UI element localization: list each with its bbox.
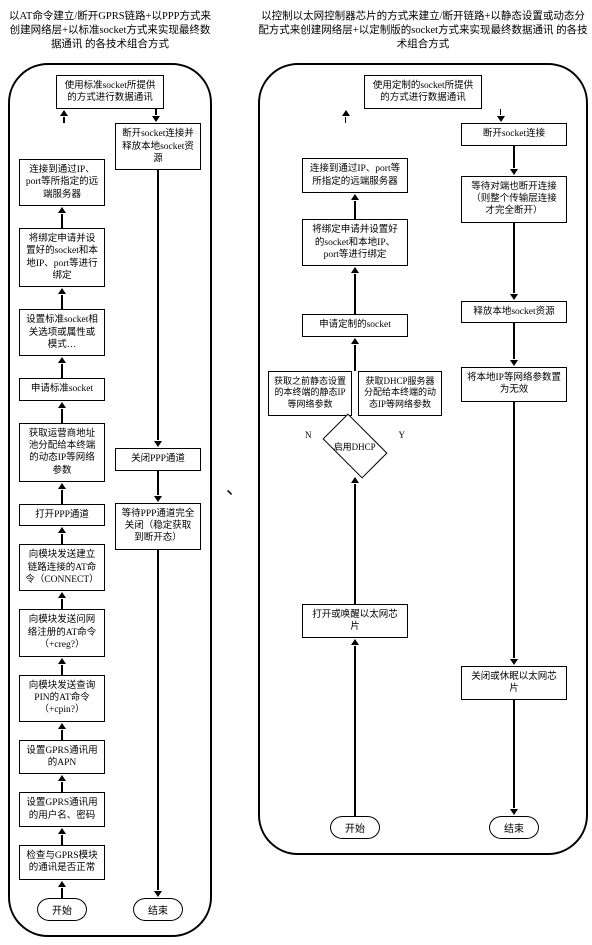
flow-box: 打开PPP通道: [19, 504, 105, 526]
flow-box: 检查与GPRS模块的通讯是否正常: [19, 845, 105, 880]
right-header: 以控制以太网控制器芯片的方式来建立/断开链路+以静态设置或动态分配方式来创建网络…: [258, 10, 588, 53]
flow-box: 向模块发送建立链路连接的AT命令（CONNECT）: [19, 544, 105, 591]
top-box: 使用定制的socket所提供的方式进行数据通讯: [364, 75, 482, 110]
branch-n-box: 获取之前静态设置的本终端的静态IP等网络参数: [268, 371, 352, 416]
flow-box: 设置标准socket相关选项或属性或模式…: [19, 309, 105, 356]
flow-box: 打开或唤醒以太网芯片: [302, 604, 408, 639]
flow-box: 将绑定申请并设置好的socket和本地IP、port等进行绑定: [302, 219, 408, 266]
top-box: 使用标准socket所提供的方式进行数据通讯: [56, 75, 164, 110]
right-up-col: 开始 打开或唤醒以太网芯片 启用DHCP N Y 获取之前静态设置的本终端的静态…: [268, 158, 442, 839]
flow-box: 设置GPRS通讯用的APN: [19, 740, 105, 775]
flow-box: 断开socket连接: [461, 123, 567, 145]
flow-box: 等待PPP通道完全关闭（稳定获取到断开态）: [115, 503, 201, 550]
flow-box: 等待对端也断开连接（则整个传输层连接才完全断开）: [461, 176, 567, 223]
flow-box: 将本地IP等网络参数置为无效: [461, 367, 567, 402]
left-up-col: 开始 检查与GPRS模块的通讯是否正常 设置GPRS通讯用的用户名、密码 设置G…: [18, 159, 106, 921]
flow-box: 设置GPRS通讯用的用户名、密码: [19, 792, 105, 827]
flow-box: 向模块发送问网络注册的AT命令（+creg?）: [19, 609, 105, 656]
flow-box: 连接到通过IP、port等所指定的远端服务器: [302, 158, 408, 193]
flow-box: 将绑定申请并设置好的socket和本地IP、port等进行绑定: [19, 228, 105, 287]
right-down-col: 断开socket连接 等待对端也断开连接（则整个传输层连接才完全断开） 释放本地…: [450, 123, 578, 839]
flow-box: 释放本地socket资源: [461, 301, 567, 323]
right-group: 使用定制的socket所提供的方式进行数据通讯 开始 打开或唤醒以太网芯片 启用…: [258, 63, 588, 856]
flow-box: 关闭PPP通道: [115, 448, 201, 470]
flow-box: 申请定制的socket: [302, 314, 408, 336]
branch-n-label: N: [305, 430, 312, 440]
end-terminal: 结束: [133, 898, 183, 921]
branch-y-box: 获取DHCP服务器分配给本终端的动态IP等网络参数: [358, 371, 442, 416]
dhcp-decision: 启用DHCP N Y: [315, 416, 395, 476]
flow-box: 断开socket连接并释放本地socket资源: [115, 123, 201, 170]
left-header: 以AT命令建立/断开GPRS链路+以PPP方式来创建网络层+以标准socket方…: [8, 10, 212, 53]
left-down-col: 断开socket连接并释放本地socket资源 关闭PPP通道 等待PPP通道完…: [114, 123, 202, 920]
left-group: 使用标准socket所提供的方式进行数据通讯 开始 检查与GPRS模块的通讯是否…: [8, 63, 212, 937]
branch-y-label: Y: [399, 430, 406, 440]
flow-box: 关闭或休眠以太网芯片: [461, 666, 567, 701]
start-terminal: 开始: [37, 898, 87, 921]
dhcp-branches: 获取之前静态设置的本终端的静态IP等网络参数 获取DHCP服务器分配给本终端的动…: [268, 371, 442, 416]
decision-label: 启用DHCP: [334, 439, 376, 452]
flow-box: 获取运营商地址池分配给本终端的动态IP等网络参数: [19, 423, 105, 482]
flow-box: 向模块发送查询PIN的AT命令（+cpin?）: [19, 675, 105, 722]
flow-box: 连接到通过IP、port等所指定的远端服务器: [19, 159, 105, 206]
start-terminal: 开始: [330, 816, 380, 839]
separator: 、: [226, 474, 244, 500]
end-terminal: 结束: [489, 816, 539, 839]
flow-box: 申请标准socket: [19, 378, 105, 400]
